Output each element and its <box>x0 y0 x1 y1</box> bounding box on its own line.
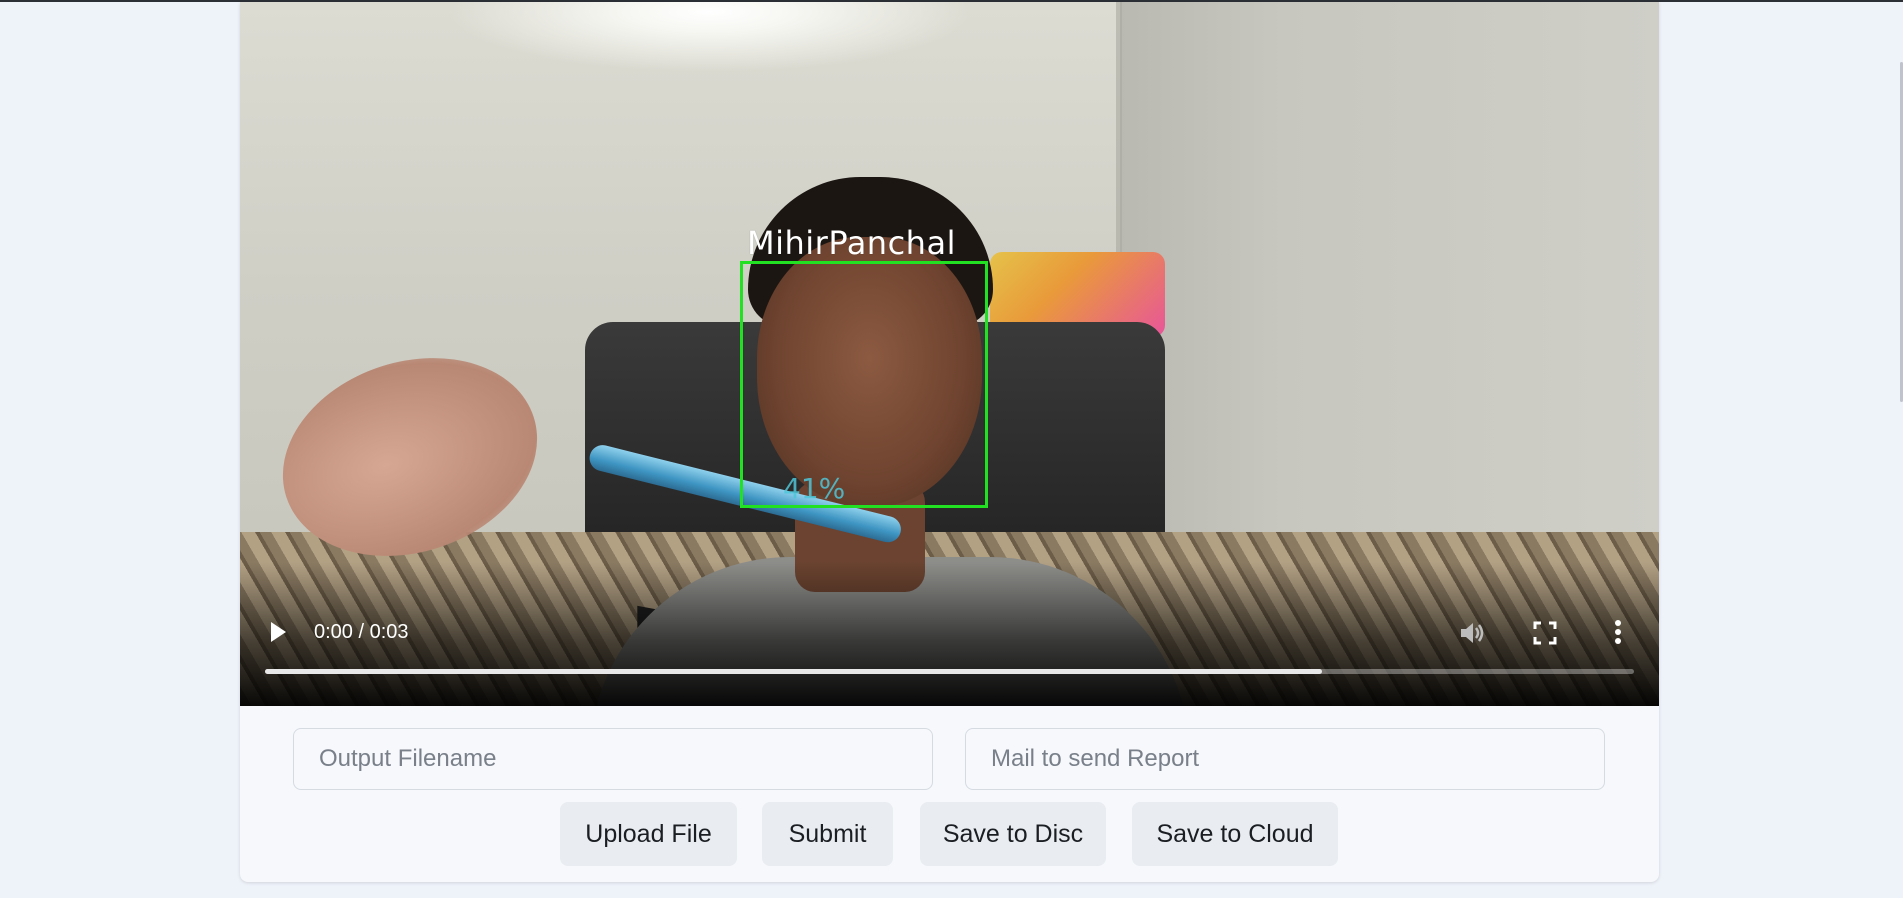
play-icon[interactable] <box>268 620 288 644</box>
more-vert-icon[interactable] <box>1610 617 1626 647</box>
submit-button[interactable]: Submit <box>762 802 893 866</box>
video-progress-fill <box>265 669 1322 674</box>
face-detection-confidence: 41% <box>783 472 846 505</box>
output-filename-input[interactable] <box>293 728 933 790</box>
upload-file-button[interactable]: Upload File <box>560 802 737 866</box>
face-detection-name: MihirPanchal <box>747 224 956 262</box>
video-progress-bar[interactable] <box>265 669 1634 674</box>
fullscreen-icon[interactable] <box>1532 620 1558 646</box>
face-detection-box <box>740 261 988 508</box>
report-mail-input[interactable] <box>965 728 1605 790</box>
video-time-display: 0:00 / 0:03 <box>314 621 409 643</box>
save-to-disc-button[interactable]: Save to Disc <box>920 802 1106 866</box>
video-player[interactable]: MihirPanchal 41% 0:00 / 0:03 <box>240 2 1659 706</box>
video-controls-gradient <box>240 562 1659 706</box>
main-card: MihirPanchal 41% 0:00 / 0:03 Output File… <box>240 2 1659 882</box>
page-scrollbar[interactable] <box>1899 2 1903 898</box>
save-to-cloud-button[interactable]: Save to Cloud <box>1132 802 1338 866</box>
volume-icon[interactable] <box>1457 618 1487 648</box>
